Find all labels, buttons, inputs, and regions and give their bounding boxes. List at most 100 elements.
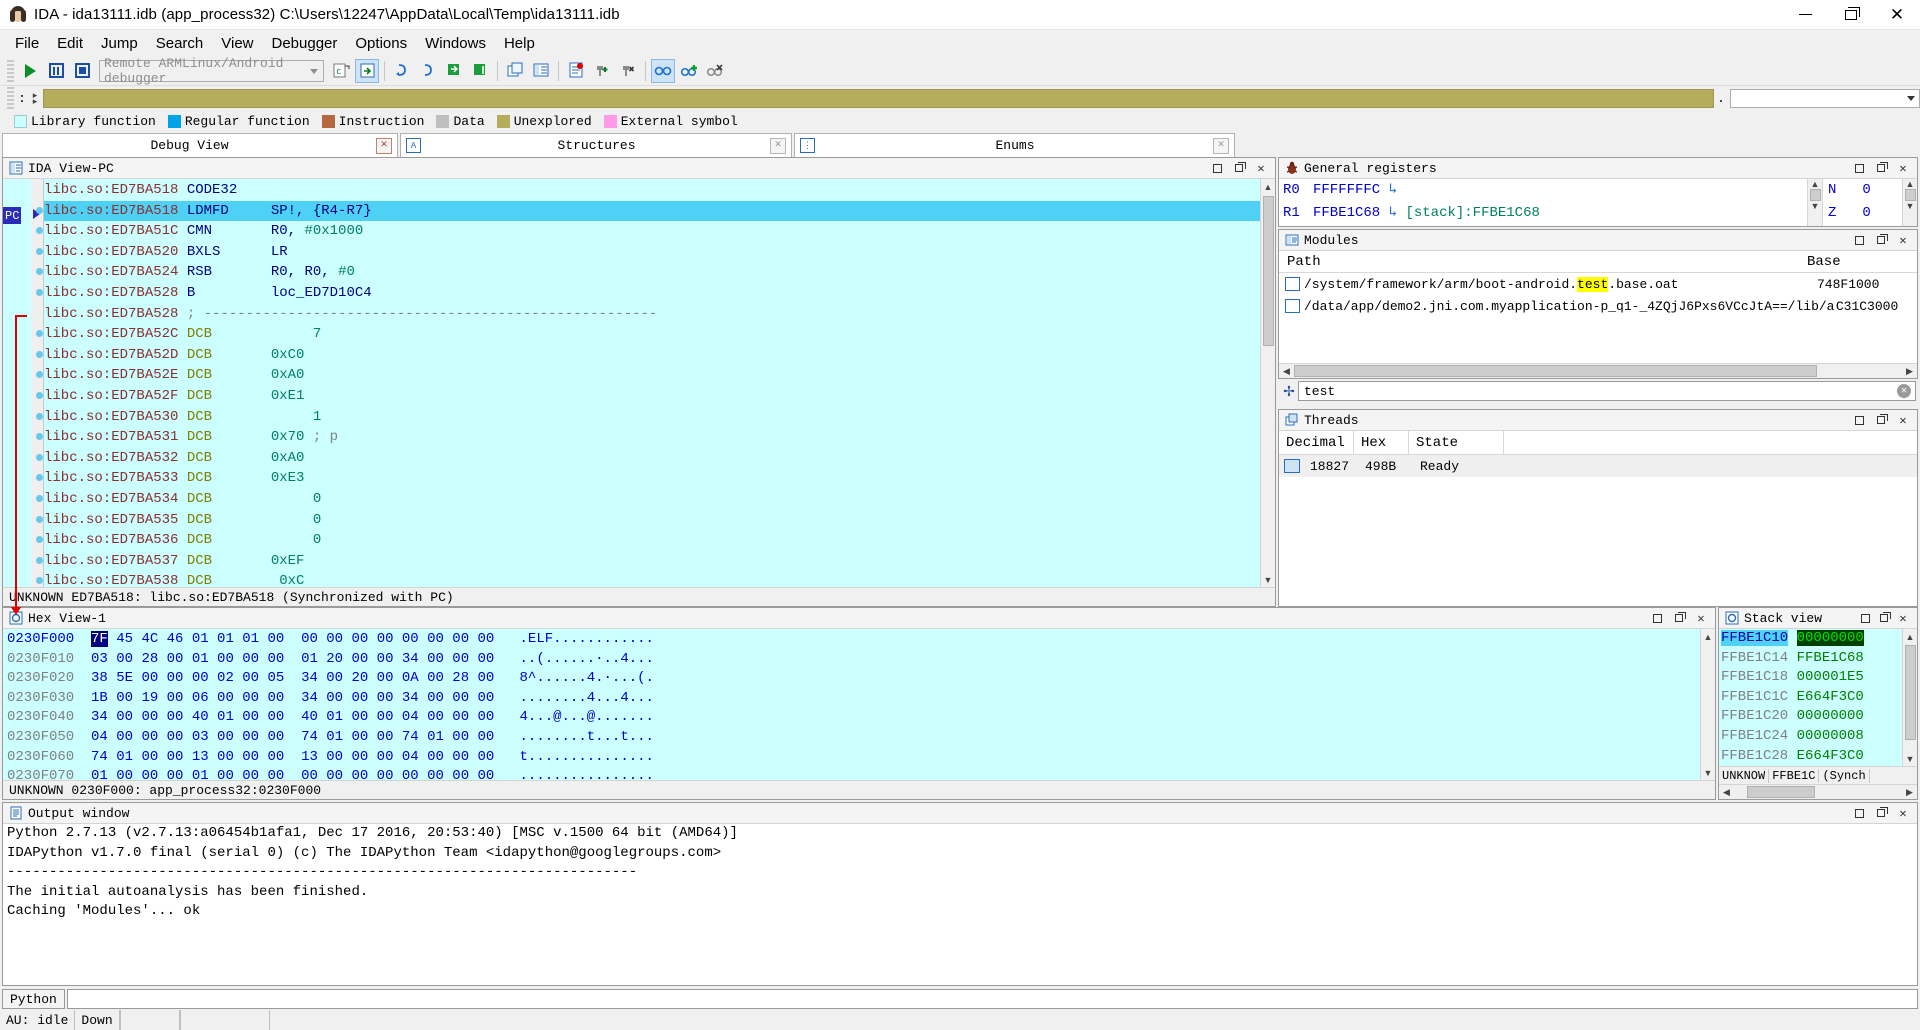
hexview-body[interactable]: 0230F000 7F 45 4C 46 01 01 01 00 00 00 0…: [3, 629, 1715, 780]
modules-horizontal-scrollbar[interactable]: ◀ ▶: [1279, 363, 1917, 378]
flag-value[interactable]: 0: [1862, 205, 1870, 221]
modules-column-path[interactable]: Path: [1279, 254, 1807, 270]
run-button[interactable]: [18, 59, 42, 83]
modules-minimize-button[interactable]: [1853, 234, 1865, 246]
hexview-restore-button[interactable]: [1673, 612, 1686, 624]
flag-row[interactable]: Z0: [1828, 202, 1902, 225]
jump-forward-button[interactable]: [416, 59, 440, 83]
flags-scrollbar[interactable]: ▲ ▼: [1902, 179, 1917, 226]
filter-icon[interactable]: ✢: [1280, 383, 1298, 400]
output-restore-button[interactable]: [1875, 807, 1888, 819]
threads-close-button[interactable]: ✕: [1897, 414, 1909, 428]
stack-value[interactable]: 00000008: [1797, 728, 1864, 744]
close-button[interactable]: ✕: [1874, 0, 1920, 30]
registers-body[interactable]: R0 FFFFFFFC ↳ R1 FFBE1C68 ↳ [stack]:FFBE1C…: [1279, 179, 1917, 226]
disassembly-line[interactable]: libc.so:ED7BA535 DCB 0: [44, 510, 1260, 531]
disassembly-line[interactable]: libc.so:ED7BA51C CMN R0, #0x1000: [44, 221, 1260, 242]
cli-input[interactable]: [66, 989, 1918, 1009]
register-value[interactable]: FFBE1C68: [1313, 205, 1380, 221]
stop-button[interactable]: [70, 59, 94, 83]
threads-rows[interactable]: 18827 498B Ready: [1279, 455, 1917, 477]
disassembly-breakpoint-gutter[interactable]: [31, 179, 44, 587]
disassembly-line[interactable]: libc.so:ED7BA528 B loc_ED7D10C4: [44, 283, 1260, 304]
watch-view-button[interactable]: [651, 58, 675, 83]
scroll-track[interactable]: [1734, 785, 1902, 800]
threads-restore-button[interactable]: [1875, 414, 1888, 426]
scroll-thumb[interactable]: [1262, 196, 1274, 346]
tab-enums[interactable]: ⋮ Enums ✕: [794, 133, 1235, 157]
register-follow-icon[interactable]: ↳: [1389, 182, 1397, 198]
add-watch-button[interactable]: [677, 59, 701, 83]
navigator-grip[interactable]: [7, 87, 14, 109]
disassembly-line[interactable]: libc.so:ED7BA536 DCB 0: [44, 530, 1260, 551]
navigator-dropdown[interactable]: [1730, 88, 1920, 108]
stack-value[interactable]: 000001E5: [1797, 669, 1864, 685]
scroll-up-icon[interactable]: ▲: [1261, 179, 1276, 194]
output-minimize-button[interactable]: [1853, 807, 1865, 819]
stackview-minimize-button[interactable]: [1859, 612, 1871, 624]
add-breakpoint-button[interactable]: [590, 59, 614, 83]
disassembly-line[interactable]: libc.so:ED7BA52E DCB 0xA0: [44, 365, 1260, 386]
selected-byte[interactable]: 7F: [91, 631, 108, 647]
disassembly-close-button[interactable]: ✕: [1255, 162, 1267, 176]
delete-breakpoint-button[interactable]: [616, 59, 640, 83]
disassembly-line[interactable]: libc.so:ED7BA52D DCB 0xC0: [44, 345, 1260, 366]
table-row[interactable]: /data/app/demo2.jni.com.myapplication-p_…: [1279, 295, 1917, 317]
stack-row[interactable]: FFBE1C28 E664F3C0: [1721, 747, 1902, 766]
stack-value[interactable]: E664F3C0: [1797, 689, 1864, 705]
hex-row[interactable]: 0230F070 01 00 00 00 01 00 00 00 00 00 0…: [7, 767, 1700, 780]
registers-close-button[interactable]: ✕: [1897, 162, 1909, 176]
maximize-button[interactable]: [1828, 0, 1874, 30]
stackview-restore-button[interactable]: [1878, 612, 1891, 624]
menu-search[interactable]: Search: [147, 32, 213, 55]
scroll-right-icon[interactable]: ▶: [1902, 785, 1917, 800]
stack-row[interactable]: FFBE1C24 00000008: [1721, 727, 1902, 747]
threads-column-hex[interactable]: Hex: [1354, 430, 1409, 455]
scroll-left-icon[interactable]: ◀: [1279, 364, 1294, 379]
hex-bytes[interactable]: 74 01 00 00 13 00 00 00 13 00 00 00 04 0…: [91, 749, 494, 765]
menu-jump[interactable]: Jump: [92, 32, 147, 55]
hex-bytes[interactable]: 34 00 00 00 40 01 00 00 40 01 00 00 04 0…: [91, 709, 494, 725]
hex-bytes[interactable]: 01 00 00 00 01 00 00 00 00 00 00 00 00 0…: [91, 768, 494, 780]
modules-close-button[interactable]: ✕: [1897, 234, 1909, 248]
menu-view[interactable]: View: [212, 32, 262, 55]
delete-watch-button[interactable]: [703, 59, 727, 83]
scroll-up-icon[interactable]: ▲: [1903, 629, 1918, 644]
disassembly-line[interactable]: libc.so:ED7BA52C DCB 7: [44, 324, 1260, 345]
hexview-minimize-button[interactable]: [1651, 612, 1663, 624]
pause-button[interactable]: [44, 59, 68, 83]
output-log[interactable]: Python 2.7.13 (v2.7.13:a06454b1afa1, Dec…: [3, 824, 1917, 985]
stack-row[interactable]: FFBE1C20 00000000: [1721, 707, 1902, 727]
flag-row[interactable]: N0: [1828, 179, 1902, 202]
hex-bytes[interactable]: 38 5E 00 00 00 02 00 05 34 00 20 00 0A 0…: [91, 670, 494, 686]
debugger-select[interactable]: Remote ARMLinux/Android debugger: [99, 56, 324, 86]
hex-bytes[interactable]: 04 00 00 00 03 00 00 00 74 01 00 00 74 0…: [91, 729, 494, 745]
stack-value[interactable]: FFBE1C68: [1797, 650, 1864, 666]
registers-scrollbar[interactable]: ▲ ▼: [1807, 179, 1822, 226]
register-value[interactable]: FFFFFFFC: [1313, 182, 1380, 198]
disassembly-line[interactable]: libc.so:ED7BA533 DCB 0xE3: [44, 468, 1260, 489]
disassembly-line[interactable]: libc.so:ED7BA524 RSB R0, R0, #0: [44, 262, 1260, 283]
modules-rows[interactable]: /system/framework/arm/boot-android.test.…: [1279, 273, 1917, 317]
jump-back-button[interactable]: [390, 59, 414, 83]
stack-value[interactable]: 00000000: [1797, 708, 1864, 724]
modules-search-input[interactable]: test ✕: [1298, 381, 1916, 401]
breakpoint-list-button[interactable]: [564, 59, 588, 83]
toolbar-grip[interactable]: [7, 59, 14, 82]
registers-list[interactable]: R0 FFFFFFFC ↳ R1 FFBE1C68 ↳ [stack]:FFBE1C…: [1279, 179, 1807, 226]
step-into-button[interactable]: [442, 59, 466, 83]
step-over-button[interactable]: [355, 58, 379, 83]
scroll-track[interactable]: [1294, 364, 1902, 379]
registers-restore-button[interactable]: [1875, 162, 1888, 174]
minimize-button[interactable]: [1782, 0, 1828, 30]
hex-row[interactable]: 0230F060 74 01 00 00 13 00 00 00 13 00 0…: [7, 748, 1700, 768]
menu-windows[interactable]: Windows: [416, 32, 495, 55]
cli-language-button[interactable]: Python: [2, 989, 65, 1009]
registers-minimize-button[interactable]: [1853, 162, 1865, 174]
hex-bytes[interactable]: 03 00 28 00 01 00 00 00 01 20 00 00 34 0…: [91, 651, 494, 667]
hexview-content[interactable]: 0230F000 7F 45 4C 46 01 01 01 00 00 00 0…: [3, 629, 1700, 780]
clear-search-icon[interactable]: ✕: [1897, 384, 1911, 398]
disassembly-line[interactable]: libc.so:ED7BA537 DCB 0xEF: [44, 551, 1260, 572]
scroll-left-icon[interactable]: ◀: [1719, 785, 1734, 800]
table-row[interactable]: 18827 498B Ready: [1279, 455, 1917, 477]
